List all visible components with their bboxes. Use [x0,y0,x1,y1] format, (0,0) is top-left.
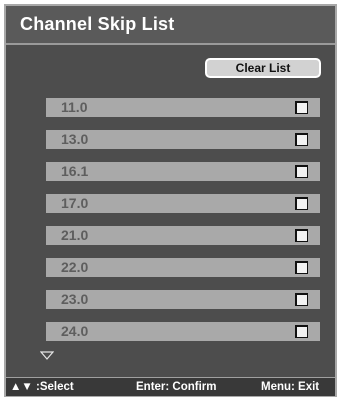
channel-number: 17.0 [61,195,89,211]
channel-row[interactable]: 23.0 [46,290,320,309]
scroll-down-triangle-icon[interactable] [40,351,54,360]
channel-number: 23.0 [61,291,89,307]
channel-row[interactable]: 17.0 [46,194,320,213]
skip-checkbox[interactable] [295,261,308,274]
channel-row[interactable]: 22.0 [46,258,320,277]
footer-hint-bar: ▲▼ :Select Enter: Confirm Menu: Exit [6,377,335,396]
channel-skip-list-dialog: Channel Skip List Clear List 11.0 13.0 1… [4,4,337,397]
skip-checkbox[interactable] [295,165,308,178]
up-down-arrows-icon: ▲▼ [10,381,33,393]
skip-checkbox[interactable] [295,293,308,306]
channel-number: 13.0 [61,131,89,147]
skip-checkbox[interactable] [295,325,308,338]
skip-checkbox[interactable] [295,229,308,242]
channel-row[interactable]: 21.0 [46,226,320,245]
clear-list-button[interactable]: Clear List [205,58,321,78]
skip-checkbox[interactable] [295,197,308,210]
channel-number: 22.0 [61,259,89,275]
channel-number: 24.0 [61,323,89,339]
title-bar: Channel Skip List [6,6,335,45]
confirm-hint: Enter: Confirm [136,381,217,393]
channel-row[interactable]: 11.0 [46,98,320,117]
channel-row[interactable]: 16.1 [46,162,320,181]
exit-hint: Menu: Exit [261,381,320,393]
skip-checkbox[interactable] [295,101,308,114]
select-hint: :Select [36,381,74,393]
channel-row[interactable]: 13.0 [46,130,320,149]
channel-number: 11.0 [61,99,88,115]
dialog-title: Channel Skip List [20,14,175,34]
skip-checkbox[interactable] [295,133,308,146]
channel-number: 21.0 [61,227,89,243]
channel-row[interactable]: 24.0 [46,322,320,341]
channel-number: 16.1 [61,163,89,179]
